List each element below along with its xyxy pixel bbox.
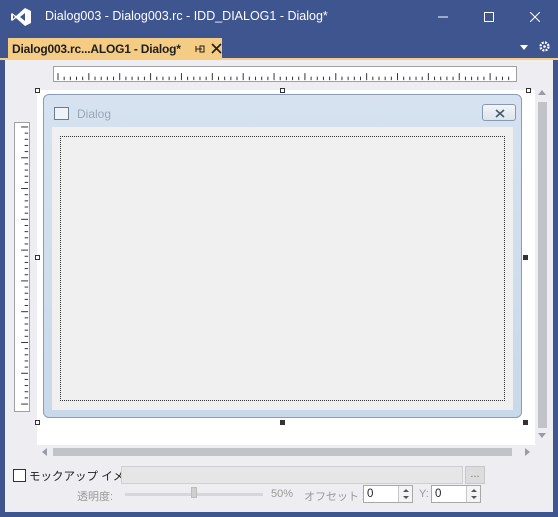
window-title: Dialog003 - Dialog003.rc - IDD_DIALOG1 -… xyxy=(45,9,328,23)
transparency-label: 透明度: xyxy=(77,491,114,503)
horizontal-scrollbar[interactable] xyxy=(37,445,536,459)
tab-close-icon[interactable] xyxy=(211,43,222,54)
dialog-close-button xyxy=(482,104,516,121)
resource-editor: Dialog モックアップ イメージ ... 透明度: 50% オフセット X:… xyxy=(5,60,553,512)
tab-dropdown-icon[interactable] xyxy=(519,42,529,52)
mockup-image-path-field[interactable] xyxy=(121,466,463,484)
offset-y-value: 0 xyxy=(435,488,442,500)
visual-studio-window: Dialog003 - Dialog003.rc - IDD_DIALOG1 -… xyxy=(0,0,558,517)
resize-handle-bottom-right[interactable] xyxy=(523,420,528,425)
close-button[interactable] xyxy=(512,0,558,34)
vertical-ruler[interactable] xyxy=(14,122,30,412)
gear-icon[interactable] xyxy=(538,40,551,53)
margin-guide xyxy=(60,136,505,401)
close-icon xyxy=(530,12,540,22)
transparency-percent: 50% xyxy=(271,488,294,500)
scroll-up-icon[interactable] xyxy=(538,89,546,95)
maximize-icon xyxy=(484,12,494,22)
scroll-left-icon[interactable] xyxy=(41,448,47,456)
mockup-panel: モックアップ イメージ ... 透明度: 50% オフセット X: 0 Y: 0 xyxy=(5,460,553,512)
resize-handle-right[interactable] xyxy=(523,255,528,260)
visual-studio-logo-icon xyxy=(11,8,31,26)
minimize-button[interactable] xyxy=(420,0,466,34)
offset-x-spinner[interactable]: 0 xyxy=(363,485,413,503)
dialog-client-area[interactable] xyxy=(52,127,513,410)
dialog-title: Dialog xyxy=(77,107,112,121)
mockup-image-checkbox[interactable] xyxy=(13,469,26,482)
resize-handle-top[interactable] xyxy=(280,88,285,93)
spin-arrows-icon xyxy=(471,489,477,499)
offset-x-value: 0 xyxy=(367,488,374,500)
vertical-scrollbar[interactable] xyxy=(535,86,549,444)
dialog-preview[interactable]: Dialog xyxy=(43,94,522,418)
maximize-button[interactable] xyxy=(466,0,512,34)
offset-x-spin-buttons[interactable] xyxy=(398,486,412,502)
tab-label: Dialog003.rc...ALOG1 - Dialog* xyxy=(12,42,181,56)
resize-handle-bottom[interactable] xyxy=(280,420,285,425)
browse-button[interactable]: ... xyxy=(465,466,485,484)
scroll-right-icon[interactable] xyxy=(525,448,531,456)
transparency-slider-thumb[interactable] xyxy=(191,487,197,498)
spin-arrows-icon xyxy=(403,489,409,499)
offset-y-spinner[interactable]: 0 xyxy=(431,485,481,503)
vertical-scroll-thumb[interactable] xyxy=(538,102,547,428)
offset-y-label: Y: xyxy=(419,488,429,500)
horizontal-ruler[interactable] xyxy=(53,66,517,82)
document-tab-strip: Dialog003.rc...ALOG1 - Dialog* xyxy=(0,34,558,60)
offset-y-spin-buttons[interactable] xyxy=(466,486,480,502)
resize-handle-bottom-left[interactable] xyxy=(35,420,40,425)
tab-dialog003-rc[interactable]: Dialog003.rc...ALOG1 - Dialog* xyxy=(8,38,222,60)
pin-icon[interactable] xyxy=(194,42,206,56)
dialog-app-icon xyxy=(54,107,69,120)
minimize-icon xyxy=(438,16,448,18)
scroll-down-icon[interactable] xyxy=(538,433,546,439)
resize-handle-top-right[interactable] xyxy=(526,88,531,93)
resize-handle-left[interactable] xyxy=(35,255,40,260)
horizontal-scroll-thumb[interactable] xyxy=(53,448,512,456)
close-icon xyxy=(495,109,505,118)
title-bar: Dialog003 - Dialog003.rc - IDD_DIALOG1 -… xyxy=(0,0,558,34)
resize-handle-top-left[interactable] xyxy=(35,88,40,93)
